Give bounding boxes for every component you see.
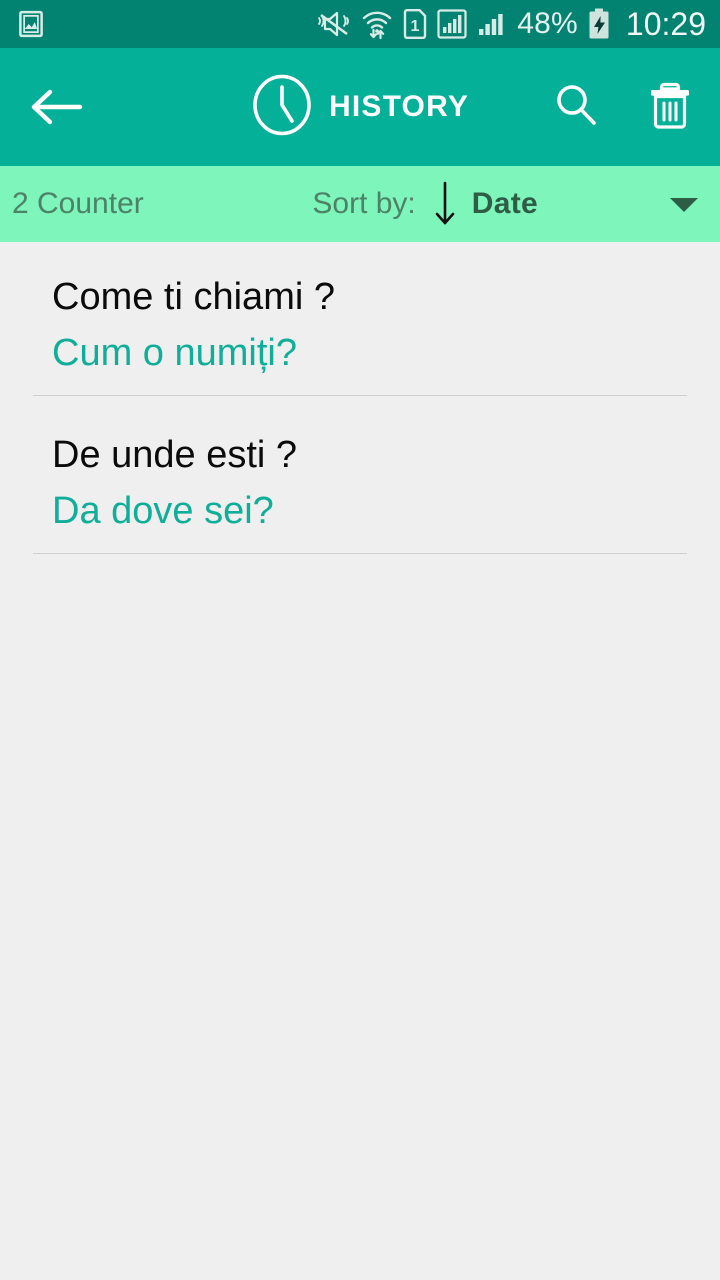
sim-1-icon: 1 bbox=[403, 9, 427, 39]
wifi-transfer-icon bbox=[361, 8, 393, 40]
history-counter-label: 2 Counter bbox=[12, 187, 144, 220]
back-button[interactable] bbox=[28, 87, 92, 127]
history-list-item[interactable]: Come ti chiami ? Cum o numiți? bbox=[0, 252, 720, 410]
battery-charging-icon bbox=[588, 8, 610, 40]
app-bar: HISTORY bbox=[0, 48, 720, 166]
status-bar-clock: 10:29 bbox=[625, 5, 706, 42]
sort-by-label: Sort by: bbox=[312, 187, 416, 220]
history-list: Come ti chiami ? Cum o numiți? De unde e… bbox=[0, 242, 720, 568]
history-item-source-text: Come ti chiami ? bbox=[52, 276, 335, 318]
sort-control[interactable]: Sort by: Date bbox=[312, 180, 700, 228]
status-bar-left-icons bbox=[16, 9, 46, 39]
history-item-target-text: Cum o numiți? bbox=[52, 331, 297, 374]
battery-percent-label: 48% bbox=[517, 7, 578, 40]
history-item-target-text: Da dove sei? bbox=[52, 489, 274, 532]
history-list-item[interactable]: De unde esti ? Da dove sei? bbox=[0, 410, 720, 568]
app-bar-actions bbox=[552, 79, 694, 136]
svg-text:1: 1 bbox=[411, 18, 420, 35]
gallery-icon bbox=[16, 9, 46, 39]
list-divider bbox=[33, 553, 687, 554]
chevron-down-icon[interactable] bbox=[668, 194, 700, 214]
status-bar-right-icons: 1 48% 10:29 bbox=[317, 6, 706, 43]
search-icon[interactable] bbox=[552, 81, 600, 134]
signal-bars-sim2-icon bbox=[477, 9, 507, 39]
sort-direction-descending-icon[interactable] bbox=[432, 180, 458, 228]
mute-vibrate-icon bbox=[317, 9, 351, 39]
page-title: HISTORY bbox=[328, 90, 470, 123]
history-item-source-text: De unde esti ? bbox=[52, 434, 298, 476]
list-divider bbox=[33, 395, 687, 396]
signal-bars-sim1-icon bbox=[437, 9, 467, 39]
phone-screen: 1 48% 10:29 HISTORY 2 Counter Sort by: D… bbox=[0, 0, 720, 1280]
delete-icon[interactable] bbox=[646, 79, 694, 136]
sort-bar: 2 Counter Sort by: Date bbox=[0, 166, 720, 242]
clock-icon bbox=[251, 74, 313, 141]
sort-value-label: Date bbox=[471, 187, 538, 220]
status-bar: 1 48% 10:29 bbox=[0, 0, 720, 48]
